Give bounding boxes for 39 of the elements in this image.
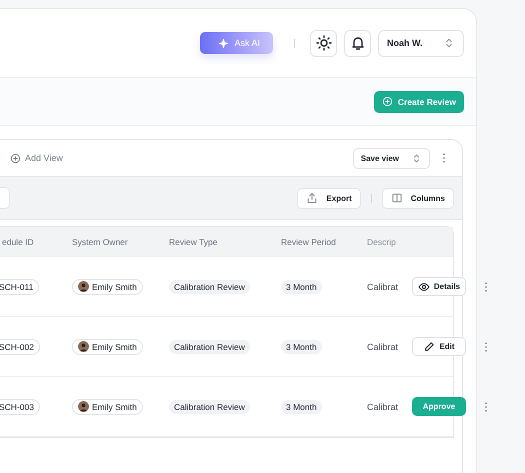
user-menu[interactable]: Noah W. [378, 30, 464, 56]
plus-circle-icon [382, 96, 393, 107]
column-header: System Owner [72, 236, 129, 246]
table-cell-text: Calibrat [367, 402, 400, 412]
table-cell-text: Calibrat [367, 282, 400, 292]
columns-button[interactable]: Columns [382, 188, 454, 208]
review-type-tag: Calibration Review [169, 280, 250, 294]
details-button[interactable]: Details [412, 277, 466, 296]
add-view-button[interactable]: Add View [10, 152, 63, 164]
eye-icon [418, 280, 430, 292]
upload-icon [306, 192, 318, 204]
avatar-icon [78, 401, 89, 412]
notifications-button[interactable] [344, 30, 371, 56]
column-header: Descrip [367, 236, 397, 246]
avatar-icon [78, 341, 89, 352]
column-header: Review Period [281, 236, 337, 246]
sun-icon [316, 35, 332, 51]
column-header: Review Type [169, 236, 219, 246]
review-type-tag: Calibration Review [169, 340, 250, 354]
edit-button[interactable]: Edit [412, 337, 466, 356]
column-header: edule ID [1, 236, 35, 246]
owner-chip: Emily Smith [72, 338, 143, 354]
avatar-icon [78, 281, 89, 292]
sparkle-icon [218, 38, 230, 48]
bell-icon [350, 35, 366, 51]
theme-toggle-button[interactable] [310, 30, 337, 56]
export-button[interactable]: Export [297, 188, 361, 208]
chevron-updown-icon [411, 152, 422, 164]
save-view-select[interactable]: Save view [352, 148, 430, 168]
owner-chip: Emily Smith [72, 398, 143, 414]
period-tag: 3 Month [281, 340, 322, 354]
review-type-tag: Calibration Review [169, 400, 250, 414]
table-cell-text: Calibrat [367, 342, 400, 352]
pencil-icon [423, 340, 436, 352]
period-tag: 3 Month [281, 280, 322, 294]
columns-icon [390, 192, 403, 204]
plus-circle-icon [10, 152, 21, 164]
period-tag: 3 Month [281, 400, 322, 414]
owner-chip: Emily Smith [72, 278, 143, 294]
